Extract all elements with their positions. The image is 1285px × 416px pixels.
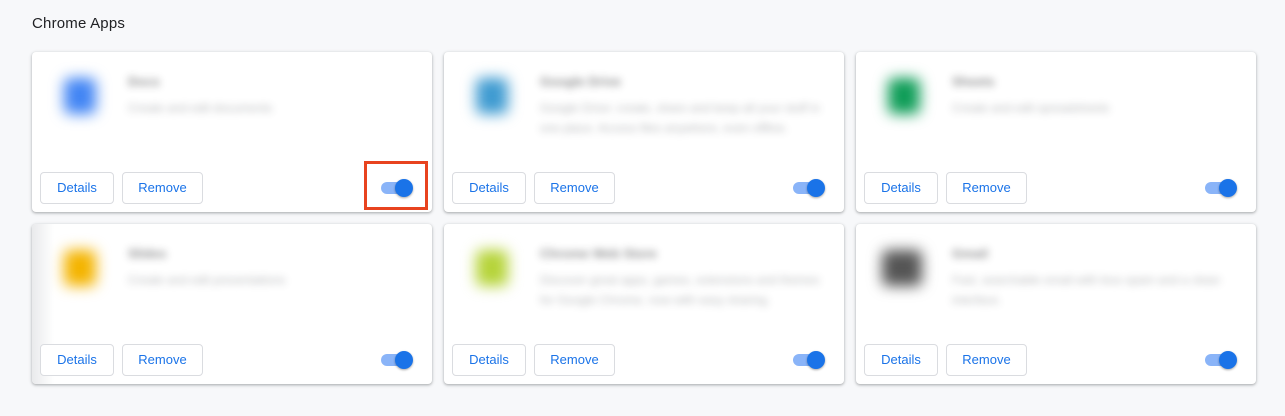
webstore-app-icon [476,250,508,286]
app-name: Docs [128,74,160,89]
enable-toggle[interactable] [1204,179,1238,197]
details-button[interactable]: Details [40,172,114,204]
app-name: Slides [128,246,167,261]
app-card: Google Drive Google Drive: create, share… [444,52,844,212]
remove-button[interactable]: Remove [534,172,615,204]
remove-button[interactable]: Remove [946,172,1027,204]
toggle-knob [395,351,413,369]
details-button[interactable]: Details [40,344,114,376]
toggle-knob [807,179,825,197]
apps-grid: Docs Create and edit documents Details R… [32,52,1256,384]
app-card: Chrome Web Store Discover great apps, ga… [444,224,844,384]
section-title: Chrome Apps [32,15,126,32]
details-button[interactable]: Details [864,172,938,204]
gmail-app-icon [882,250,922,286]
app-name: Chrome Web Store [540,246,657,261]
app-card: Slides Create and edit presentations Det… [32,224,432,384]
sheets-app-icon [888,78,920,114]
app-card: Sheets Create and edit spreadsheets Deta… [856,52,1256,212]
remove-button[interactable]: Remove [946,344,1027,376]
app-name: Google Drive [540,74,621,89]
app-description: Google Drive: create, share and keep all… [540,101,820,135]
docs-app-icon [64,78,96,114]
enable-toggle[interactable] [792,351,826,369]
highlight-box [364,161,428,210]
toggle-knob [1219,351,1237,369]
remove-button[interactable]: Remove [122,344,203,376]
app-description: Discover great apps, games, extensions a… [540,273,820,307]
app-description: Create and edit spreadsheets [952,101,1110,115]
slides-app-icon [64,250,96,286]
remove-button[interactable]: Remove [534,344,615,376]
details-button[interactable]: Details [452,172,526,204]
remove-button[interactable]: Remove [122,172,203,204]
enable-toggle[interactable] [792,179,826,197]
app-description: Create and edit documents [128,101,273,115]
app-card: Gmail Fast, searchable email with less s… [856,224,1256,384]
toggle-knob [807,351,825,369]
details-button[interactable]: Details [452,344,526,376]
app-name: Sheets [952,74,995,89]
app-description: Fast, searchable email with less spam an… [952,273,1221,307]
app-name: Gmail [952,246,989,261]
app-description: Create and edit presentations [128,273,286,287]
details-button[interactable]: Details [864,344,938,376]
drive-app-icon [476,78,508,114]
enable-toggle[interactable] [1204,351,1238,369]
toggle-knob [1219,179,1237,197]
enable-toggle[interactable] [380,351,414,369]
